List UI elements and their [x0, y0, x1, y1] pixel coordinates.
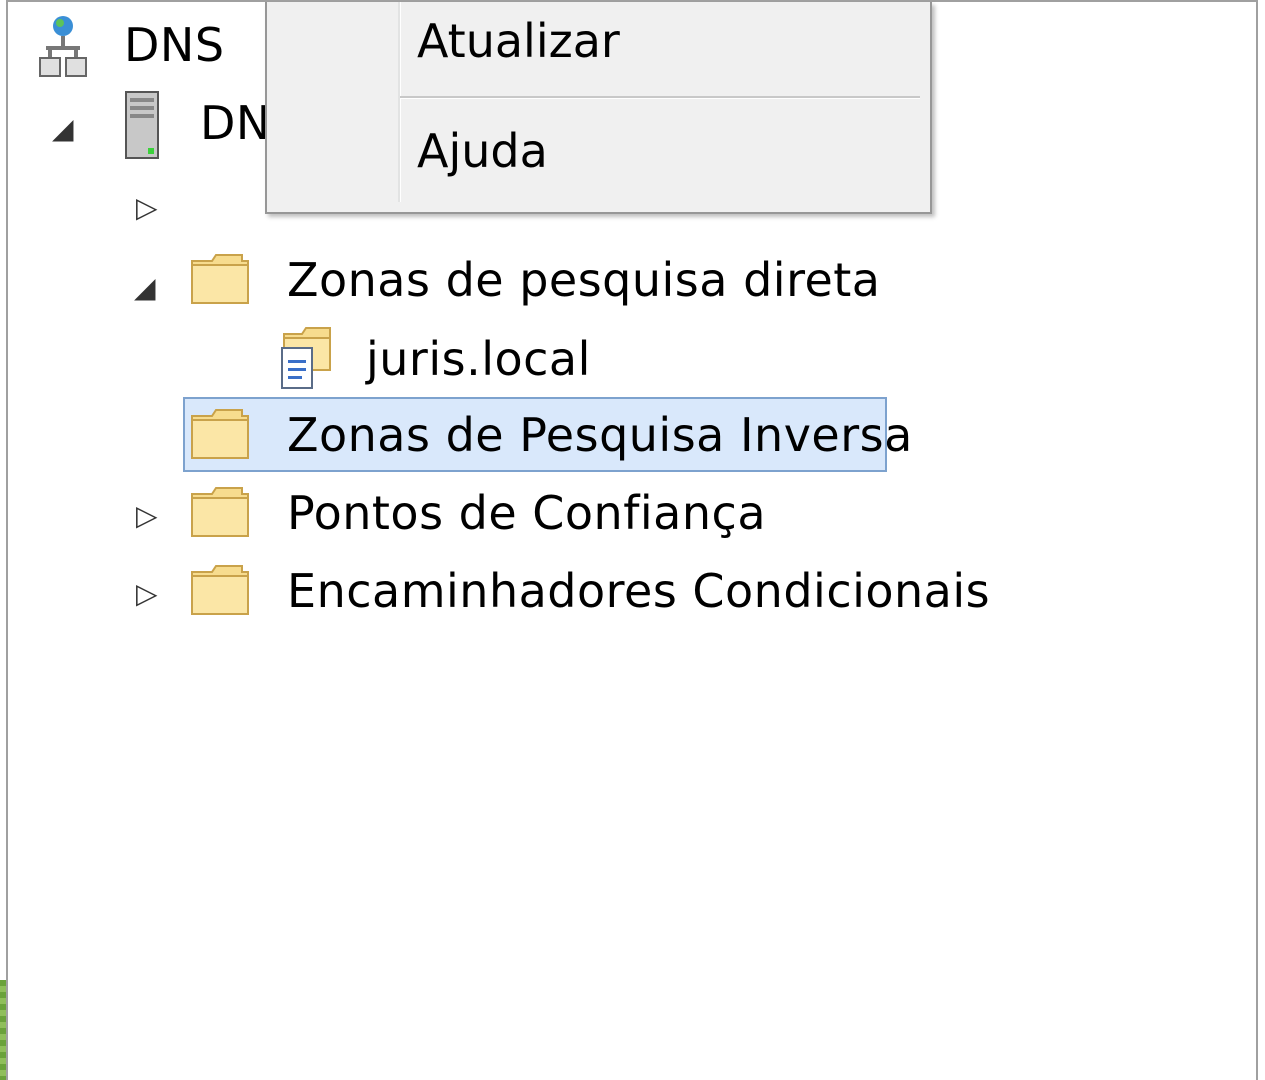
tree-node-label: Zonas de Pesquisa Inversa	[287, 408, 913, 462]
tree-node-trust-points[interactable]: Pontos de Confiança	[190, 476, 766, 550]
folder-icon	[190, 251, 250, 305]
console-tree-panel: DNS ◢ DN ▷ ◢ Zonas de pesquisa direta ju…	[6, 0, 1258, 1080]
tree-node-label: juris.local	[366, 332, 591, 386]
tree-node-dns-root[interactable]: DNS	[38, 8, 225, 82]
tree-node-label: Encaminhadores Condicionais	[287, 564, 991, 618]
collapse-triangle-icon[interactable]: ◢	[52, 115, 74, 143]
dns-network-icon	[38, 14, 88, 91]
context-menu: Atualizar Ajuda	[265, 2, 932, 214]
tree-node-zone-juris-local[interactable]: juris.local	[272, 322, 591, 396]
tree-node-label: Zonas de pesquisa direta	[287, 253, 881, 307]
menu-gutter-divider	[398, 2, 401, 202]
menu-item-refresh[interactable]: Atualizar	[417, 14, 620, 68]
menu-separator	[400, 96, 920, 99]
folder-icon	[190, 484, 250, 538]
tree-node-forward-lookup-zones[interactable]: Zonas de pesquisa direta	[190, 243, 881, 317]
expand-triangle-icon[interactable]: ▷	[136, 580, 158, 608]
server-icon	[124, 90, 160, 171]
tree-node-server[interactable]: DN	[124, 86, 271, 160]
folder-icon	[190, 562, 250, 616]
menu-item-help[interactable]: Ajuda	[417, 124, 548, 178]
expand-triangle-icon[interactable]: ▷	[136, 502, 158, 530]
collapse-triangle-icon[interactable]: ◢	[134, 274, 156, 302]
expand-triangle-icon[interactable]: ▷	[136, 194, 158, 222]
zone-document-icon	[272, 326, 334, 401]
tree-node-conditional-forwarders[interactable]: Encaminhadores Condicionais	[190, 554, 990, 628]
folder-icon	[190, 406, 250, 460]
tree-node-label: DN	[200, 96, 271, 150]
tree-node-label: Pontos de Confiança	[287, 486, 767, 540]
tree-node-reverse-lookup-zones[interactable]: Zonas de Pesquisa Inversa	[190, 398, 913, 472]
tree-node-label: DNS	[124, 18, 225, 72]
